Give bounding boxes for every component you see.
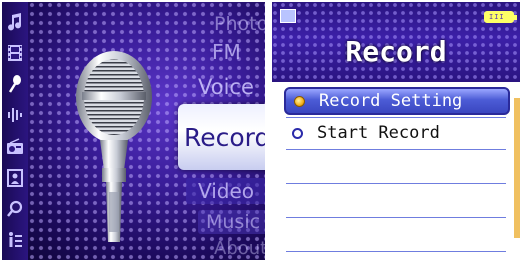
divider [286,117,506,118]
menu-item-fm[interactable]: FM [212,40,241,64]
film-icon[interactable] [4,42,26,64]
list-item-record-setting[interactable]: Record Setting [284,87,510,115]
menu-item-video[interactable]: Video [198,179,254,203]
divider [286,183,506,184]
folder-status-icon [280,9,296,23]
page-title: Record [345,35,447,68]
record-menu-list: Record Setting Start Record [272,85,520,260]
divider [286,251,506,252]
menu-item-about[interactable]: About [214,238,265,259]
battery-icon: III [484,11,517,23]
battery-level: III [489,13,505,21]
music-note-icon[interactable] [4,11,26,33]
menu-item-record[interactable]: Record [184,123,265,152]
scrollbar[interactable] [514,98,520,238]
main-menu-screen: Photo FM Voice Record Video Music About [2,2,265,260]
divider [286,149,506,150]
list-item-label: Start Record [317,123,440,143]
bullet-icon [292,127,303,139]
side-icon-column [2,2,28,260]
list-item-label: Record Setting [319,91,463,111]
divider [286,217,506,218]
photo-frame-icon[interactable] [4,167,26,189]
radio-icon[interactable] [4,136,26,158]
search-icon[interactable] [4,198,26,220]
sound-wave-icon[interactable] [4,104,26,126]
menu-item-music[interactable]: Music [206,211,260,233]
microphone-illustration [76,51,152,242]
info-icon[interactable] [4,229,26,251]
microphone-icon[interactable] [4,73,26,95]
record-screen: III Record Record Setting Start Record [272,2,520,260]
header-bar: III Record [272,2,520,82]
selected-bullet-icon [294,95,305,107]
menu-item-photo[interactable]: Photo [214,13,265,35]
menu-item-voice[interactable]: Voice [198,75,254,99]
list-item-start-record[interactable]: Start Record [284,119,510,147]
